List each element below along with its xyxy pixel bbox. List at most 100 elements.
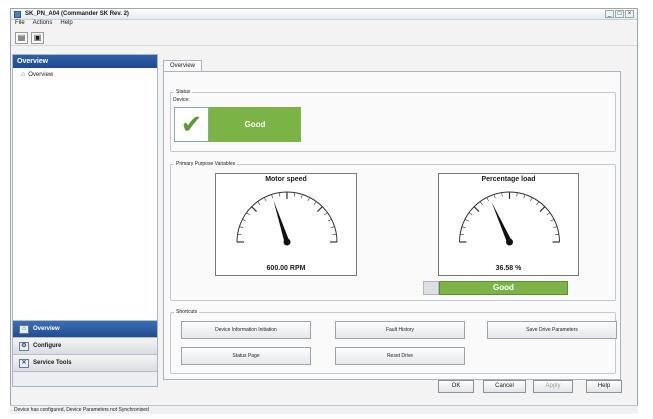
gauge-minor-tick [546, 212, 551, 216]
gauge-minor-tick [307, 197, 310, 202]
gauge-minor-tick [461, 226, 466, 229]
maximize-button[interactable]: □ [615, 10, 624, 18]
overview-icon: ⌂ [19, 324, 29, 334]
gauge-minor-tick [553, 226, 558, 229]
apply-button[interactable]: Apply [533, 380, 573, 393]
menu-help[interactable]: Help [60, 20, 72, 29]
shortcuts-group-title: Shortcuts [174, 309, 200, 315]
gauge-minor-tick [271, 194, 274, 199]
gauge-needle [491, 201, 512, 244]
minimize-button[interactable]: _ [605, 10, 614, 18]
nav-overview-button[interactable]: ⌂ Overview [13, 320, 157, 337]
device-information-button[interactable]: Device Information Initiation [181, 321, 311, 339]
gauge-minor-tick [237, 233, 242, 236]
gauge-minor-tick [464, 219, 469, 222]
gauge-minor-tick [300, 194, 303, 199]
gauge-arc [236, 191, 338, 243]
ok-button[interactable]: OK [438, 380, 474, 393]
gauge-minor-tick [523, 194, 526, 199]
gauge-major-tick [473, 206, 480, 213]
tree-item-overview[interactable]: ⌂ Overview [13, 68, 157, 81]
percentage-load-dial [459, 191, 560, 246]
gauge-minor-tick [324, 212, 328, 216]
percentage-load-title: Percentage load [481, 176, 536, 183]
gauge-minor-tick [550, 219, 555, 222]
gauge-minor-tick [536, 201, 540, 205]
save-drive-parameters-button[interactable]: Save Drive Parameters [487, 321, 617, 339]
gauge-minor-tick [468, 212, 473, 216]
nav-service-tools-button[interactable]: ✕ Service Tools [13, 354, 157, 371]
menu-bar: File Actions Help [11, 20, 637, 29]
load-state-cap [423, 281, 439, 295]
tree-item-label: Overview [28, 71, 54, 78]
overview-tree-icon: ⌂ [21, 71, 26, 78]
fault-history-button[interactable]: Fault History [335, 321, 465, 339]
load-status-indicator: Good [439, 281, 568, 295]
check-icon: ✔ [174, 107, 209, 142]
device-label: Device: [173, 97, 190, 103]
nav-footer [13, 371, 157, 386]
gauge-minor-tick [239, 226, 244, 229]
device-icon[interactable]: ▣ [31, 31, 44, 44]
gauge-hub [506, 238, 513, 246]
cancel-button[interactable]: Cancel [483, 380, 526, 393]
motor-speed-title: Motor speed [265, 176, 307, 183]
help-button[interactable]: Help [586, 380, 622, 393]
gauge-minor-tick [554, 233, 559, 236]
overview-content: Status Device: ✔ Good Primary Purpose Va… [163, 71, 621, 380]
print-preview-icon[interactable]: ▤ [15, 31, 28, 44]
title-bar: SK_PN_A04 (Commander SK Rev. 2) _ □ × [11, 9, 637, 20]
gauge-minor-tick [486, 197, 489, 202]
gauge-minor-tick [327, 219, 332, 222]
sidebar-header: Overview [13, 55, 157, 68]
app-icon [14, 11, 21, 18]
gauge-minor-tick [313, 201, 317, 205]
status-group-title: Status [174, 89, 193, 95]
nav-configure-button[interactable]: ⚙ Configure [13, 337, 157, 354]
configure-icon: ⚙ [19, 341, 29, 351]
reset-drive-button[interactable]: Reset Drive [335, 347, 465, 365]
nav-label: Overview [33, 326, 60, 332]
gauge-minor-tick [257, 201, 261, 205]
gauge-minor-tick [332, 233, 337, 236]
toolbar: ▤ ▣ [11, 30, 637, 46]
nav-label: Service Tools [33, 360, 72, 366]
gauge-minor-tick [278, 192, 281, 197]
gauge-major-tick [539, 206, 546, 213]
gauge-minor-tick [293, 192, 296, 197]
gauge-minor-tick [246, 212, 250, 216]
gauge-minor-tick [493, 194, 496, 199]
percentage-load-gauge: Percentage load 36.58 % [438, 173, 579, 276]
gauge-needle [273, 200, 290, 243]
gauge-minor-tick [530, 197, 533, 202]
gauge-arc [459, 191, 560, 243]
device-status-indicator: Good [209, 107, 301, 142]
gauge-major-tick [316, 206, 323, 213]
main-area: Overview Status Device: ✔ Good Primary P… [163, 54, 625, 380]
shortcuts-group: Shortcuts Device Information Initiation … [170, 309, 617, 374]
motor-speed-gauge: Motor speed 600.00 RPM [215, 173, 357, 276]
close-button[interactable]: × [625, 10, 634, 18]
gauge-minor-tick [501, 192, 503, 197]
percentage-load-value: 36.58 % [495, 265, 522, 272]
gauge-major-tick [251, 206, 258, 213]
variables-group: Primary Purpose Variables Motor speed 60… [170, 161, 616, 301]
motor-speed-value: 600.00 RPM [266, 265, 306, 272]
left-panel: Overview ⌂ Overview ⌂ Overview ⚙ Configu… [12, 54, 158, 387]
gauge-minor-tick [330, 226, 335, 229]
gauge-hub [283, 238, 291, 246]
nav-label: Configure [33, 343, 62, 349]
window-title: SK_PN_A04 (Commander SK Rev. 2) [25, 11, 129, 17]
motor-speed-dial [236, 191, 338, 246]
gauge-minor-tick [460, 233, 465, 236]
status-group: Status Device: ✔ Good [170, 89, 616, 152]
variables-group-title: Primary Purpose Variables [174, 161, 238, 167]
menu-actions[interactable]: Actions [33, 20, 53, 29]
gauge-minor-tick [479, 201, 483, 205]
gauge-minor-tick [242, 219, 247, 222]
gauge-minor-tick [264, 197, 267, 202]
status-page-button[interactable]: Status Page [181, 347, 311, 365]
menu-file[interactable]: File [15, 20, 25, 29]
status-bar: Device has configured, Device Parameters… [10, 405, 638, 414]
service-tools-icon: ✕ [19, 358, 29, 368]
